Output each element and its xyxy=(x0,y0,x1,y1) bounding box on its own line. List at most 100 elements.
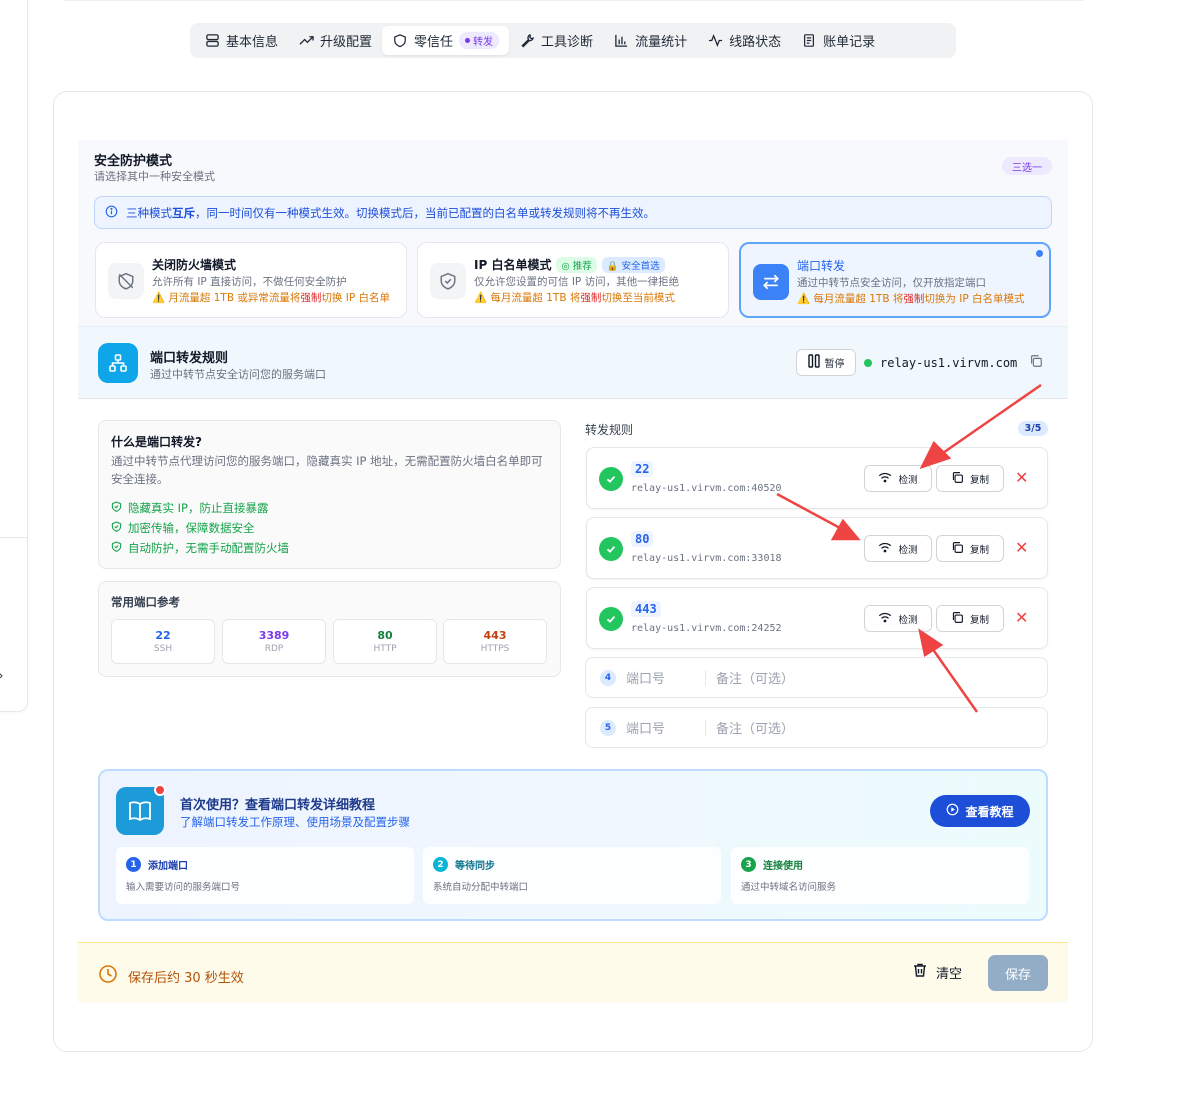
copy-button[interactable]: 复制 xyxy=(936,605,1004,632)
check-icon xyxy=(599,537,623,561)
chevron-right-icon[interactable]: › xyxy=(0,668,4,684)
wifi-icon xyxy=(878,542,892,556)
tab-label: 零信任 xyxy=(414,35,454,50)
step-desc: 系统自动分配中转端口 xyxy=(433,882,529,893)
copy-button[interactable]: 复制 xyxy=(936,465,1004,492)
mode-warning: ⚠️ 每月流量超 1TB 将强制切换至当前模式 xyxy=(474,292,675,304)
save-button[interactable]: 保存 xyxy=(988,955,1048,991)
tab-tools[interactable]: 工具诊断 xyxy=(509,26,603,55)
tutorial-step: 1 添加端口 输入需要访问的服务端口号 xyxy=(116,847,414,904)
delete-icon[interactable]: ✕ xyxy=(1015,538,1028,557)
port-number: 3389 xyxy=(258,629,290,642)
mode-ip-whitelist[interactable]: IP 白名单模式 ◎ 推荐 🔒 安全首选 仅允许您设置的可信 IP 访问，其他一律拒… xyxy=(417,242,729,318)
detect-button[interactable]: 检测 xyxy=(864,605,932,632)
port-label: RDP xyxy=(264,644,284,654)
port-label: HTTPS xyxy=(480,644,510,654)
left-panel-divider xyxy=(0,537,28,538)
port-card-rdp[interactable]: 3389 RDP xyxy=(222,619,326,664)
mode-desc: 仅允许您设置的可信 IP 访问，其他一律拒绝 xyxy=(474,276,680,288)
new-rule-row[interactable]: 5 端口号 备注（可选） xyxy=(585,707,1048,748)
tab-label: 流量统计 xyxy=(635,35,688,50)
port-label: HTTP xyxy=(373,644,397,654)
new-rule-row[interactable]: 4 端口号 备注（可选） xyxy=(585,657,1048,698)
rule-port: 22 xyxy=(631,461,654,477)
tab-billing[interactable]: 账单记录 xyxy=(791,26,885,55)
mode-title: 端口转发 xyxy=(797,259,846,273)
top-divider xyxy=(64,0,1084,1)
forwarding-title: 端口转发规则 xyxy=(150,351,229,366)
tutorial-step: 3 连接使用 通过中转域名访问服务 xyxy=(731,847,1029,904)
tab-line-status[interactable]: 线路状态 xyxy=(697,26,791,55)
shield-icon xyxy=(392,33,408,49)
detect-button[interactable]: 检测 xyxy=(864,465,932,492)
tutorial-subtitle: 了解端口转发工作原理、使用场景及配置步骤 xyxy=(180,815,410,829)
copy-button[interactable]: 复制 xyxy=(936,535,1004,562)
copy-icon xyxy=(951,471,964,487)
note-input[interactable]: 备注（可选） xyxy=(716,668,794,687)
nav-tabs: 基本信息 升级配置 零信任 转发 工具诊断 流量统计 线路状态 账单记录 xyxy=(190,23,956,58)
trash-icon xyxy=(912,962,928,982)
shield-check-icon xyxy=(430,263,466,299)
activity-icon xyxy=(707,33,723,49)
info-text: 三种模式互斥，同一时间仅有一种模式生效。切换模式后，当前已配置的白名单或转发规则… xyxy=(126,205,655,220)
tab-zero-trust[interactable]: 零信任 转发 xyxy=(382,26,510,55)
tab-label: 账单记录 xyxy=(823,35,876,50)
rule-row: 80 relay-us1.virvm.com:33018 检测 复制 ✕ xyxy=(586,517,1048,579)
tab-traffic[interactable]: 流量统计 xyxy=(603,26,697,55)
step-number: 3 xyxy=(741,857,756,872)
tab-basic-info[interactable]: 基本信息 xyxy=(194,26,288,55)
mode-firewall-off[interactable]: 关闭防火墙模式 允许所有 IP 直接访问，不做任何安全防护 ⚠️ 月流量超 1T… xyxy=(95,242,407,318)
mode-warning: ⚠️ 每月流量超 1TB 将强制切换为 IP 白名单模式 xyxy=(797,293,1025,305)
rule-row: 443 relay-us1.virvm.com:24252 检测 复制 ✕ xyxy=(586,587,1048,649)
step-title: 等待同步 xyxy=(455,861,495,872)
mode-desc: 允许所有 IP 直接访问，不做任何安全防护 xyxy=(152,276,347,288)
port-input[interactable]: 端口号 xyxy=(626,718,665,737)
bar-chart-icon xyxy=(613,33,629,49)
clear-button[interactable]: 清空 xyxy=(912,962,962,982)
delete-icon[interactable]: ✕ xyxy=(1015,468,1028,487)
rule-port: 443 xyxy=(631,601,661,617)
tab-label: 升级配置 xyxy=(320,35,373,50)
relay-host: relay-us1.virvm.com xyxy=(864,354,1043,371)
benefit-item: 自动防护，无需手动配置防火墙 xyxy=(111,540,289,556)
tab-label: 基本信息 xyxy=(226,35,279,50)
benefit-item: 加密传输，保障数据安全 xyxy=(111,520,255,536)
view-tutorial-button[interactable]: 查看教程 xyxy=(930,795,1030,827)
rule-port: 80 xyxy=(631,531,654,547)
what-desc: 通过中转节点代理访问您的服务端口，隐藏真实 IP 地址，无需配置防火墙白名单即可… xyxy=(111,454,543,486)
shield-check-icon xyxy=(111,501,122,515)
note-input[interactable]: 备注（可选） xyxy=(716,718,794,737)
tab-badge: 转发 xyxy=(459,32,500,49)
selected-indicator xyxy=(1036,250,1043,257)
step-number: 1 xyxy=(126,857,141,872)
online-status-dot xyxy=(864,358,872,367)
delete-icon[interactable]: ✕ xyxy=(1015,608,1028,627)
rule-address: relay-us1.virvm.com:33018 xyxy=(631,553,782,564)
port-input[interactable]: 端口号 xyxy=(626,668,665,687)
choose-one-badge: 三选一 xyxy=(1002,157,1052,175)
port-card-https[interactable]: 443 HTTPS xyxy=(443,619,547,664)
check-icon xyxy=(599,607,623,631)
copy-icon[interactable] xyxy=(1029,354,1043,371)
rule-address: relay-us1.virvm.com:24252 xyxy=(631,623,782,634)
tab-label: 工具诊断 xyxy=(541,35,594,50)
port-card-http[interactable]: 80 HTTP xyxy=(333,619,437,664)
port-card-ssh[interactable]: 22 SSH xyxy=(111,619,215,664)
common-ports-title: 常用端口参考 xyxy=(111,595,180,609)
port-number: 443 xyxy=(483,629,507,642)
wrench-icon xyxy=(519,33,535,49)
wifi-icon xyxy=(878,612,892,626)
detect-button[interactable]: 检测 xyxy=(864,535,932,562)
network-icon xyxy=(98,343,138,383)
info-icon xyxy=(105,205,118,221)
swap-arrows-icon xyxy=(753,264,789,300)
forwarding-subtitle: 通过中转节点安全访问您的服务端口 xyxy=(150,368,326,381)
tutorial-title: 首次使用？查看端口转发详细教程 xyxy=(180,798,376,813)
step-title: 连接使用 xyxy=(763,861,803,872)
security-subtitle: 请选择其中一种安全模式 xyxy=(94,170,215,183)
mode-port-forwarding[interactable]: 端口转发 通过中转节点安全访问，仅开放指定端口 ⚠️ 每月流量超 1TB 将强制… xyxy=(739,242,1051,318)
pause-button[interactable]: 暂停 xyxy=(796,349,856,376)
rules-title: 转发规则 xyxy=(585,423,634,437)
tab-upgrade[interactable]: 升级配置 xyxy=(288,26,382,55)
server-icon xyxy=(204,33,220,49)
